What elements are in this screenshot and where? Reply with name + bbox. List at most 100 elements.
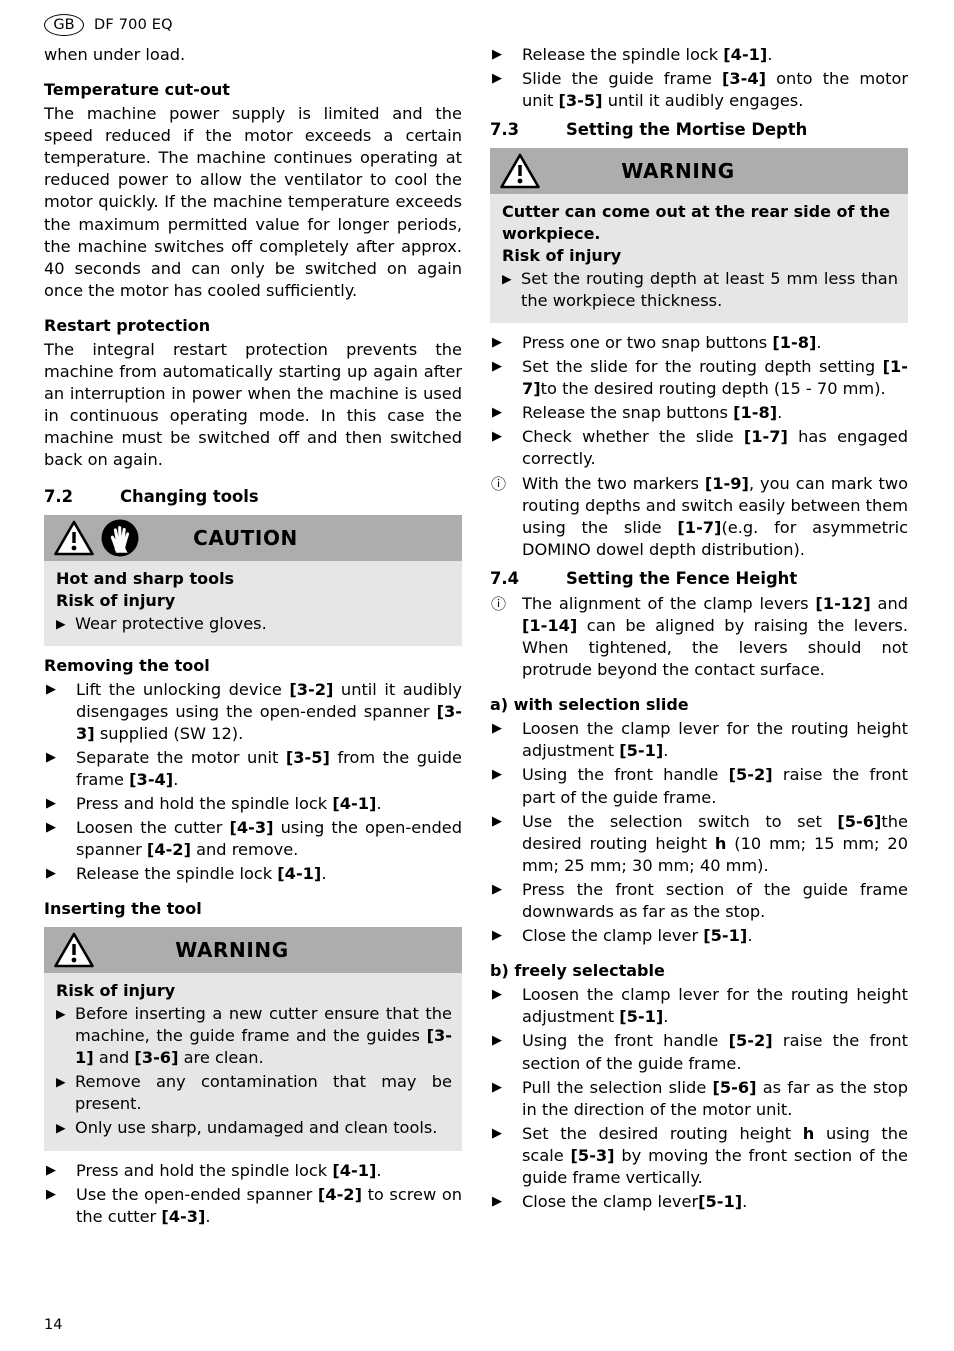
- list-item: ▶ Using the front handle [5-2] raise the …: [490, 764, 908, 808]
- list-item-text: Close the clamp lever [5-1].: [522, 926, 753, 946]
- list-item: ▶ Press and hold the spindle lock [4-1].: [44, 1160, 462, 1182]
- warning-triangle-icon: [54, 520, 94, 556]
- warning-icons: [50, 932, 94, 968]
- warning-box-body: Cutter can come out at the rear side of …: [490, 194, 908, 323]
- list-item: ▶ Close the clamp lever [5-1].: [490, 925, 908, 947]
- list-item-text: Loosen the cutter [4-3] using the open-e…: [76, 818, 462, 860]
- fence-height-note-list: ⓘ The alignment of the clamp levers [1-12…: [490, 593, 908, 681]
- list-item: ▶ Set the slide for the routing depth set…: [490, 356, 908, 400]
- list-item-text: Slide the guide frame [3-4] onto the mot…: [522, 69, 909, 111]
- list-item-text: Check whether the slide [1-7] has engage…: [522, 427, 908, 469]
- section-title: Setting the Fence Height: [566, 568, 798, 588]
- left-column: when under load. Temperature cut-out The…: [44, 44, 462, 1228]
- heading-option-b: b) freely selectable: [490, 961, 665, 981]
- triangle-bullet-icon: ▶: [492, 334, 502, 350]
- list-item-text: Pull the selection slide [5-6] as far as…: [522, 1077, 908, 1119]
- triangle-bullet-icon: ▶: [492, 813, 502, 829]
- list-item: ⓘ The alignment of the clamp levers [1-12…: [490, 593, 908, 681]
- caution-bullet-list: ▶ Wear protective gloves.: [56, 613, 452, 635]
- triangle-bullet-icon: ▶: [492, 1125, 502, 1141]
- list-item-text: Close the clamp lever[5-1].: [522, 1192, 748, 1212]
- heading-temperature-cutout: Temperature cut-out: [44, 80, 230, 100]
- triangle-bullet-icon: ▶: [492, 767, 502, 783]
- list-item-text: Using the front handle [5-2] raise the f…: [522, 1031, 909, 1073]
- page-number: 14: [44, 1317, 63, 1333]
- list-item: ▶ Pull the selection slide [5-6] as far a…: [490, 1077, 908, 1121]
- caution-box: CAUTION Hot and sharp tools Risk of inju…: [44, 514, 462, 646]
- model-name: DF 700 EQ: [94, 17, 173, 33]
- section-title: Setting the Mortise Depth: [566, 120, 808, 140]
- list-item: ▶ Set the routing depth at least 5 mm les…: [502, 268, 898, 312]
- caution-bold-line: Risk of injury: [56, 591, 176, 610]
- list-item-text: Use the open-ended spanner [4-2] to scre…: [76, 1184, 462, 1226]
- list-item-text: Lift the unlocking device [3-2] until it…: [76, 679, 462, 743]
- list-item-text: Before inserting a new cutter ensure tha…: [75, 1003, 452, 1068]
- triangle-bullet-icon: ▶: [56, 615, 66, 631]
- caution-icons: [50, 519, 139, 557]
- list-item-text: Using the front handle [5-2] raise the f…: [522, 765, 909, 807]
- list-item: ▶ Loosen the clamp lever for the routing …: [490, 718, 908, 762]
- list-item-text: With the two markers [1-9], you can mark…: [522, 473, 909, 559]
- warning-box-mortise-depth: WARNING Cutter can come out at the rear …: [490, 148, 908, 323]
- section-heading-7-3: 7.3 Setting the Mortise Depth: [490, 118, 908, 141]
- list-item: ▶ Loosen the clamp lever for the routing …: [490, 984, 908, 1028]
- list-item-text: Only use sharp, undamaged and clean tool…: [75, 1118, 438, 1138]
- warning-box-inserting-tool: WARNING Risk of injury ▶ Before inserting…: [44, 927, 462, 1151]
- option-b-list: ▶ Loosen the clamp lever for the routing …: [490, 984, 908, 1213]
- list-item: ▶ Wear protective gloves.: [56, 613, 452, 635]
- warning-bullet-list: ▶ Set the routing depth at least 5 mm les…: [502, 268, 898, 312]
- list-item: ▶ Check whether the slide [1-7] has engag…: [490, 426, 908, 470]
- list-item: ▶ Release the spindle lock [4-1].: [490, 44, 908, 66]
- triangle-bullet-icon: ▶: [502, 270, 512, 286]
- triangle-bullet-icon: ▶: [492, 1079, 502, 1095]
- triangle-bullet-icon: ▶: [56, 1074, 66, 1090]
- list-item: ▶ Loosen the cutter [4-3] using the open-…: [44, 817, 462, 861]
- warning-bullet-list: ▶ Before inserting a new cutter ensure th…: [56, 1003, 452, 1140]
- list-item-text: Separate the motor unit [3-5] from the g…: [76, 747, 462, 789]
- caution-title: CAUTION: [193, 525, 298, 550]
- list-item-text: Wear protective gloves.: [75, 613, 267, 633]
- list-item-text: Loosen the clamp lever for the routing h…: [522, 985, 908, 1027]
- warning-title: WARNING: [175, 938, 289, 963]
- list-item: ▶ Only use sharp, undamaged and clean too…: [56, 1117, 452, 1139]
- paragraph-temperature-cutout: The machine power supply is limited and …: [44, 104, 462, 300]
- triangle-bullet-icon: ▶: [492, 359, 502, 375]
- list-item: ▶ Before inserting a new cutter ensure th…: [56, 1003, 452, 1069]
- paragraph-restart-protection: The integral restart protection prevents…: [44, 339, 462, 470]
- list-item: ▶ Use the selection switch to set [5-6]th…: [490, 811, 908, 877]
- list-item-text: Release the snap buttons [1-8].: [522, 403, 783, 423]
- triangle-bullet-icon: ▶: [492, 405, 502, 421]
- list-item-text: Loosen the clamp lever for the routing h…: [522, 719, 908, 761]
- triangle-bullet-icon: ▶: [492, 721, 502, 737]
- info-icon: ⓘ: [491, 594, 507, 613]
- heading-restart-protection: Restart protection: [44, 315, 211, 335]
- warning-title: WARNING: [621, 159, 735, 184]
- list-item: ▶ Press and hold the spindle lock [4-1].: [44, 793, 462, 815]
- removing-the-tool-list: ▶ Lift the unlocking device [3-2] until i…: [44, 679, 462, 886]
- triangle-bullet-icon: ▶: [46, 681, 56, 697]
- option-a-list: ▶ Loosen the clamp lever for the routing …: [490, 718, 908, 947]
- list-item: ▶ Press one or two snap buttons [1-8].: [490, 332, 908, 354]
- warning-icons: [496, 153, 540, 189]
- list-item-text: Release the spindle lock [4-1].: [522, 45, 773, 64]
- continued-sentence: when under load.: [44, 45, 186, 64]
- top-bullet-list: ▶ Release the spindle lock [4-1]. ▶ Slide t…: [490, 44, 908, 112]
- list-item: ▶ Slide the guide frame [3-4] onto the mo…: [490, 68, 908, 112]
- right-column: ▶ Release the spindle lock [4-1]. ▶ Slide t…: [490, 44, 908, 1213]
- list-item: ▶ Remove any contamination that may be pr…: [56, 1071, 452, 1115]
- warning-bold-line: Risk of injury: [56, 981, 176, 1001]
- warning-triangle-icon: [54, 932, 94, 968]
- list-item: ▶ Set the desired routing height h using …: [490, 1123, 908, 1189]
- list-item-text: Press the front section of the guide fra…: [522, 879, 908, 922]
- triangle-bullet-icon: ▶: [46, 749, 56, 765]
- list-item: ▶ Use the open-ended spanner [4-2] to scr…: [44, 1184, 462, 1228]
- triangle-bullet-icon: ▶: [492, 71, 502, 87]
- list-item: ▶ Close the clamp lever[5-1].: [490, 1191, 908, 1213]
- triangle-bullet-icon: ▶: [46, 1186, 56, 1202]
- triangle-bullet-icon: ▶: [492, 47, 502, 62]
- list-item-text: Set the slide for the routing depth sett…: [522, 357, 908, 399]
- document-page: GB DF 700 EQ when under load. Temperatur…: [0, 0, 954, 1351]
- triangle-bullet-icon: ▶: [492, 1194, 502, 1210]
- list-item: ⓘ With the two markers [1-9], you can mar…: [490, 473, 908, 561]
- heading-inserting-the-tool: Inserting the tool: [44, 899, 202, 919]
